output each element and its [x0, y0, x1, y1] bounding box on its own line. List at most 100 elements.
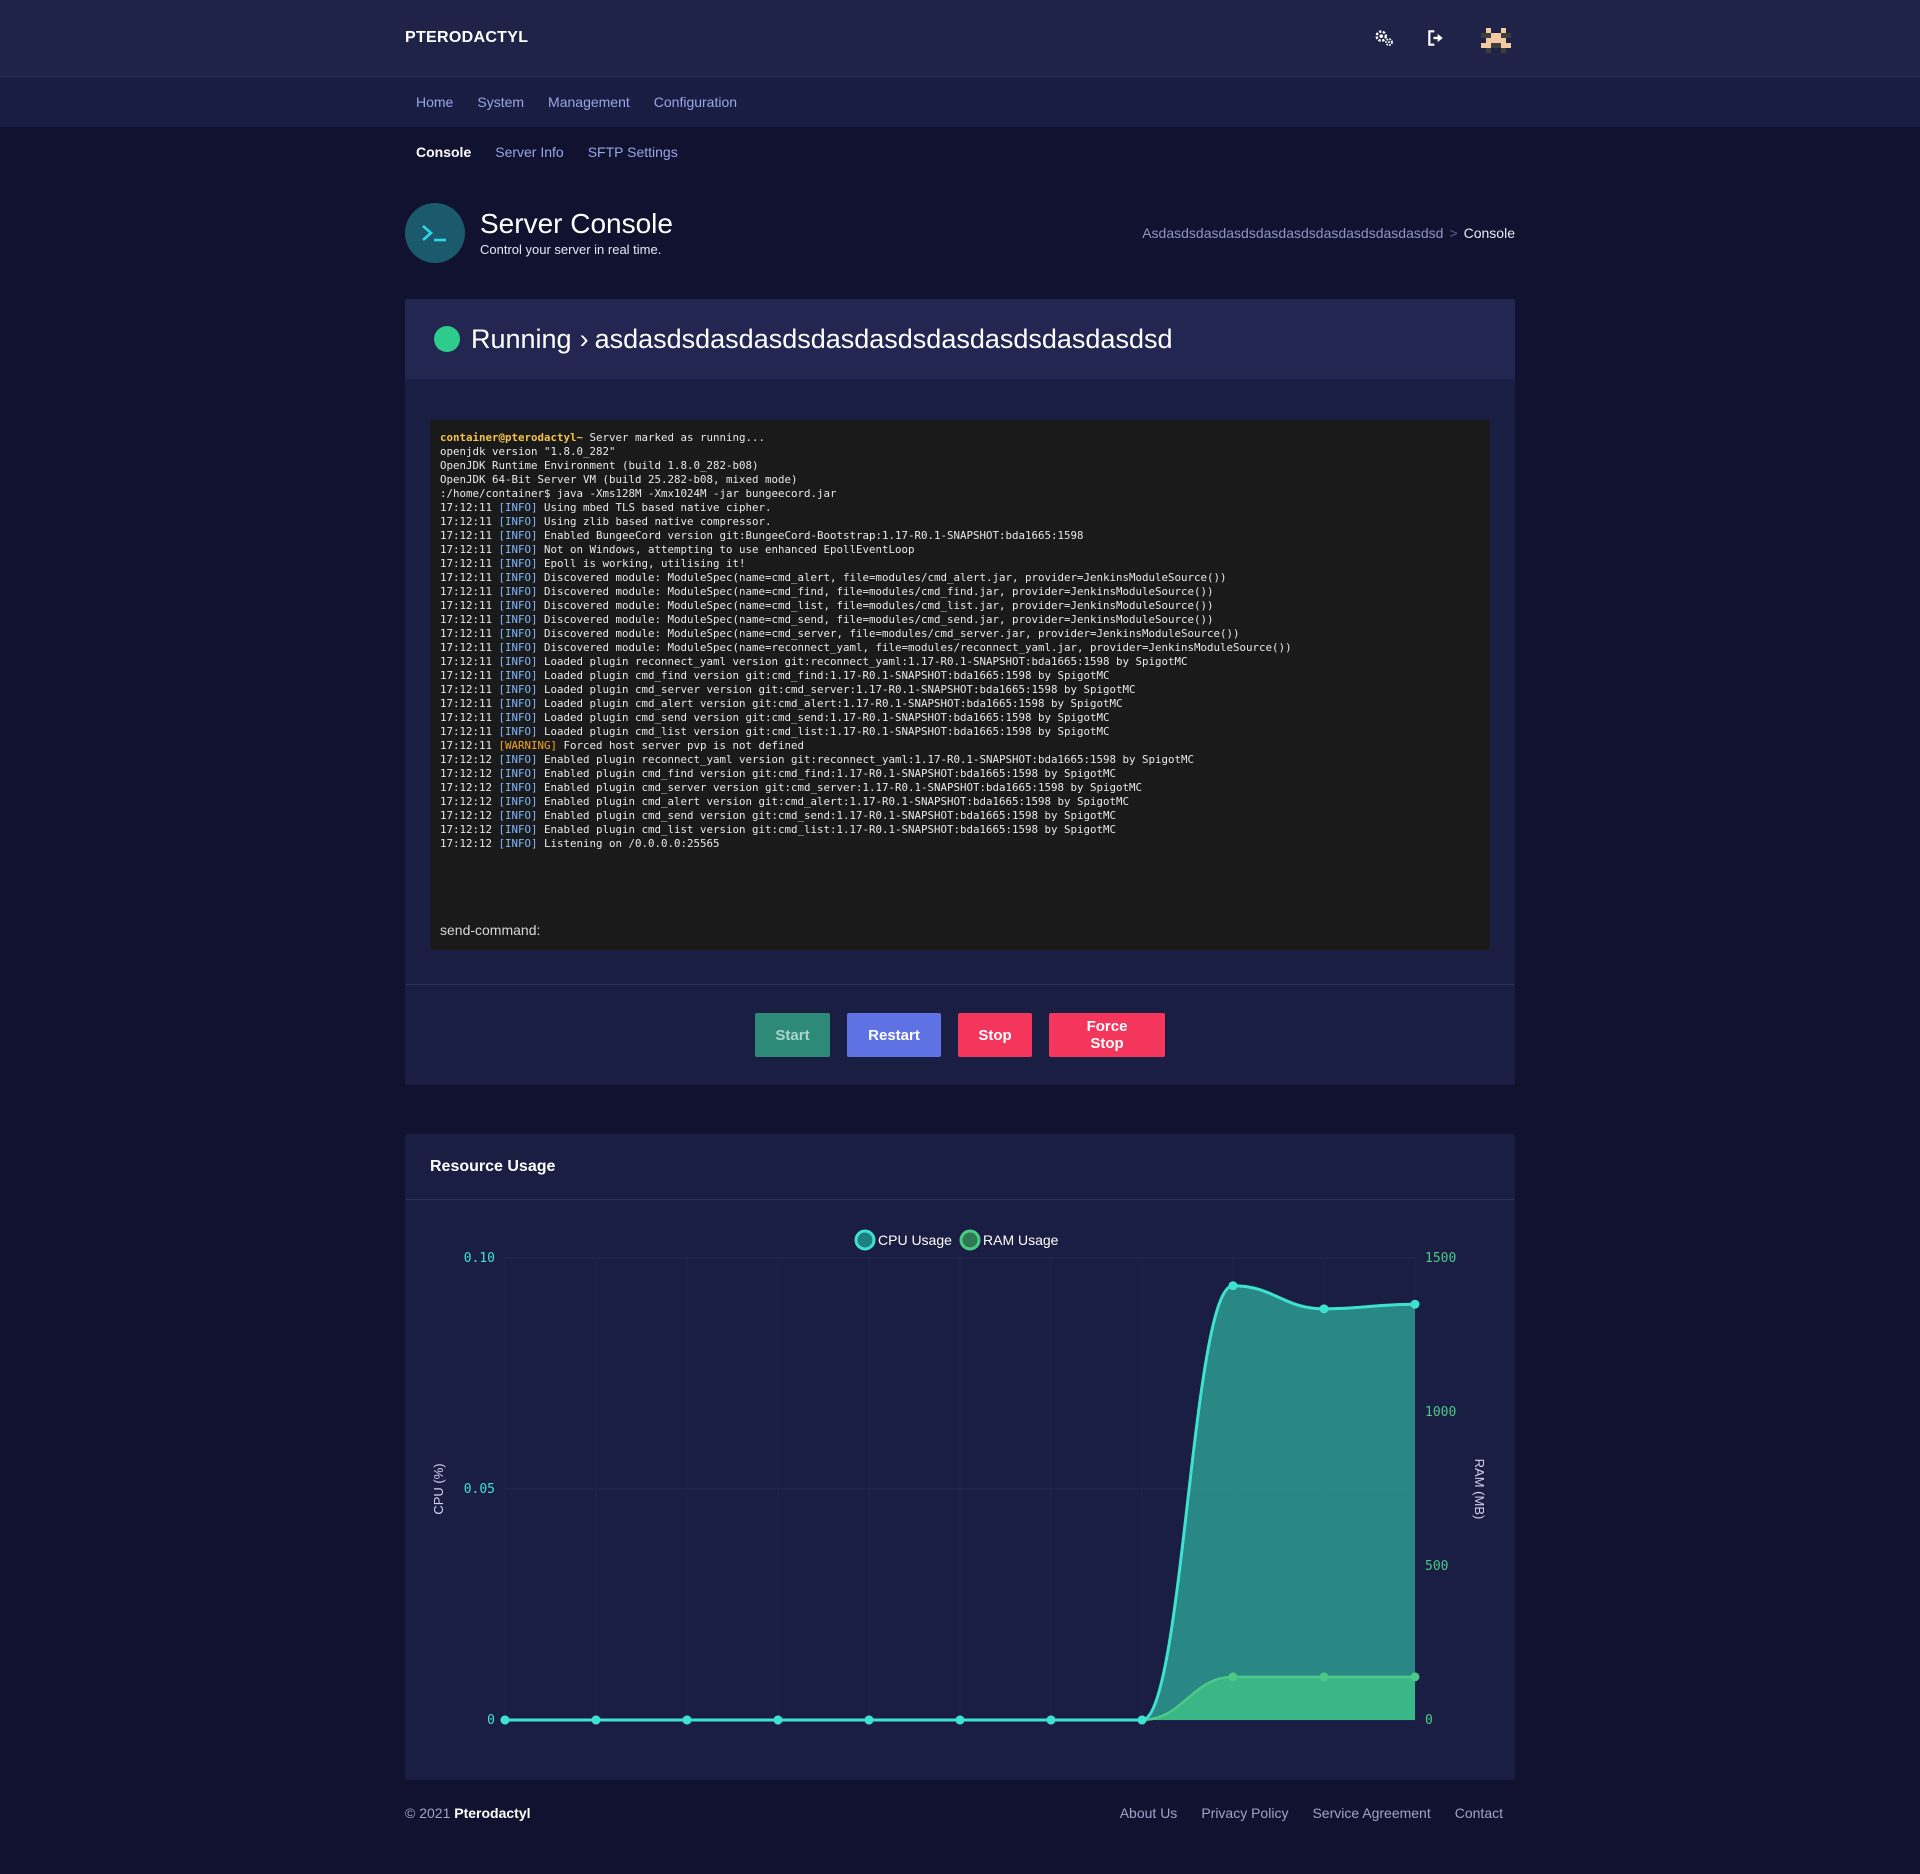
brand-logo[interactable]: PTERODACTYL — [405, 29, 528, 47]
console-timestamp: 17:12:12 — [440, 753, 499, 766]
ram-point — [1228, 1672, 1238, 1682]
footer: © 2021 Pterodactyl About Us Privacy Poli… — [0, 1805, 1920, 1845]
console-text: Loaded plugin cmd_list version git:cmd_l… — [537, 725, 1110, 738]
console-line: 17:12:11 [INFO] Loaded plugin cmd_alert … — [440, 697, 1480, 711]
avatar[interactable] — [1481, 23, 1511, 53]
legend-cpu-swatch — [854, 1229, 876, 1251]
footer-agreement-link[interactable]: Service Agreement — [1312, 1805, 1430, 1821]
settings-icon[interactable] — [1373, 27, 1395, 49]
console-line: 17:12:11 [INFO] Discovered module: Modul… — [440, 599, 1480, 613]
console-line: 17:12:12 [INFO] Enabled plugin cmd_find … — [440, 767, 1480, 781]
console-level: [INFO] — [498, 585, 538, 598]
console-line: openjdk version "1.8.0_282" — [440, 445, 1480, 459]
console-text: Discovered module: ModuleSpec(name=cmd_f… — [537, 585, 1214, 598]
nav-management[interactable]: Management — [548, 94, 630, 110]
footer-privacy-link[interactable]: Privacy Policy — [1201, 1805, 1288, 1821]
tab-console[interactable]: Console — [416, 144, 471, 160]
console-line: 17:12:11 [INFO] Not on Windows, attempti… — [440, 543, 1480, 557]
footer-contact-link[interactable]: Contact — [1455, 1805, 1503, 1821]
console-level: [INFO] — [498, 641, 538, 654]
start-button[interactable]: Start — [755, 1013, 830, 1057]
stop-button[interactable]: Stop — [958, 1013, 1032, 1057]
console-level: [INFO] — [498, 711, 538, 724]
console-text: Enabled plugin cmd_find version git:cmd_… — [537, 767, 1117, 780]
console-level: [INFO] — [498, 725, 538, 738]
force-stop-button[interactable]: Force Stop — [1049, 1013, 1165, 1057]
console-level: [INFO] — [498, 767, 538, 780]
console-level: [INFO] — [498, 753, 538, 766]
y-left-tick-label: 0.05 — [464, 1482, 495, 1497]
breadcrumb-server[interactable]: Asdasdsdasdasdsdasdasdsdasdasdsdasdasdsd — [1142, 225, 1443, 241]
console-line: 17:12:12 [INFO] Enabled plugin cmd_alert… — [440, 795, 1480, 809]
console-level: [INFO] — [498, 837, 538, 850]
restart-button[interactable]: Restart — [847, 1013, 941, 1057]
breadcrumb: Asdasdsdasdasdsdasdasdsdasdasdsdasdasdsd… — [1142, 225, 1515, 241]
cpu-point — [1319, 1304, 1329, 1314]
console-level: [INFO] — [498, 627, 538, 640]
server-name: asdasdsdasdasdsdasdasdsdasdasdsdasdasdsd — [594, 323, 1173, 354]
console-text: Forced host server pvp is not defined — [557, 739, 805, 752]
resource-chart-svg: 0.10 0.05 0 1500 1000 500 0 CPU (%) RAM (MB) CPU … — [431, 1229, 1487, 1728]
console-level: [INFO] — [498, 669, 538, 682]
console-timestamp: 17:12:11 — [440, 501, 499, 514]
console-line: 17:12:12 [INFO] Enabled plugin cmd_serve… — [440, 781, 1480, 795]
console-level: [INFO] — [498, 599, 538, 612]
console-text: Listening on /0.0.0.0:25565 — [537, 837, 720, 850]
console-line: 17:12:11 [INFO] Discovered module: Modul… — [440, 613, 1480, 627]
y-left-tick-label: 0 — [487, 1713, 495, 1728]
nav-configuration[interactable]: Configuration — [654, 94, 737, 110]
cpu-point — [1137, 1715, 1147, 1725]
console-timestamp: 17:12:11 — [440, 711, 499, 724]
console-line: OpenJDK 64-Bit Server VM (build 25.282-b… — [440, 473, 1480, 487]
nav-home[interactable]: Home — [416, 94, 453, 110]
cpu-point — [955, 1715, 965, 1725]
y-right-axis-label: RAM (MB) — [1472, 1459, 1487, 1520]
legend-cpu-label: CPU Usage — [878, 1232, 952, 1248]
y-right-tick-label: 1000 — [1425, 1405, 1456, 1420]
console-line: 17:12:12 [INFO] Enabled plugin reconnect… — [440, 753, 1480, 767]
console-level: [INFO] — [498, 557, 538, 570]
console-timestamp: 17:12:11 — [440, 655, 499, 668]
console-timestamp: 17:12:11 — [440, 739, 499, 752]
console-output[interactable]: container@pterodactyl~ Server marked as … — [430, 420, 1490, 950]
console-text: :/home/container$ java -Xms128M -Xmx1024… — [440, 487, 837, 500]
send-command-input[interactable]: send-command: — [440, 922, 540, 938]
console-timestamp: 17:12:12 — [440, 823, 499, 836]
power-controls: Start Restart Stop Force Stop — [405, 985, 1515, 1085]
server-status-header: Running › asdasdsdasdasdsdasdasdsdasdasdsd… — [405, 299, 1515, 379]
server-status: Running — [471, 323, 572, 354]
console-line: 17:12:12 [INFO] Enabled plugin cmd_send … — [440, 809, 1480, 823]
ram-point — [1410, 1672, 1420, 1682]
console-log: container@pterodactyl~ Server marked as … — [440, 420, 1480, 851]
console-line: 17:12:11 [INFO] Epoll is working, utilis… — [440, 557, 1480, 571]
console-text: Not on Windows, attempting to use enhanc… — [537, 543, 915, 556]
footer-about-link[interactable]: About Us — [1120, 1805, 1178, 1821]
console-line: 17:12:11 [INFO] Using zlib based native … — [440, 515, 1480, 529]
console-text: Discovered module: ModuleSpec(name=cmd_l… — [537, 599, 1214, 612]
console-level: [INFO] — [498, 781, 538, 794]
legend-ram-label: RAM Usage — [983, 1232, 1059, 1248]
console-line: 17:12:12 [INFO] Listening on /0.0.0.0:25… — [440, 837, 1480, 851]
breadcrumb-current: Console — [1463, 225, 1515, 241]
console-line: 17:12:11 [INFO] Loaded plugin cmd_find v… — [440, 669, 1480, 683]
terminal-icon — [405, 203, 465, 263]
copyright-name: Pterodactyl — [454, 1805, 531, 1821]
console-timestamp: 17:12:11 — [440, 585, 499, 598]
console-line: container@pterodactyl~ Server marked as … — [440, 431, 1480, 445]
console-timestamp: 17:12:11 — [440, 571, 499, 584]
cpu-point — [500, 1715, 510, 1725]
console-line: 17:12:11 [INFO] Discovered module: Modul… — [440, 627, 1480, 641]
console-text: Loaded plugin cmd_alert version git:cmd_… — [537, 697, 1123, 710]
console-text: Discovered module: ModuleSpec(name=cmd_s… — [537, 627, 1240, 640]
nav-system[interactable]: System — [477, 94, 524, 110]
console-level: [INFO] — [498, 655, 538, 668]
tab-sftp-settings[interactable]: SFTP Settings — [588, 144, 678, 160]
tab-server-info[interactable]: Server Info — [495, 144, 563, 160]
console-line: 17:12:12 [INFO] Enabled plugin cmd_list … — [440, 823, 1480, 837]
console-level: [INFO] — [498, 529, 538, 542]
console-timestamp: 17:12:11 — [440, 641, 499, 654]
cpu-point — [1228, 1281, 1238, 1291]
console-level: [INFO] — [498, 697, 538, 710]
logout-icon[interactable] — [1425, 27, 1447, 49]
console-line: 17:12:11 [INFO] Loaded plugin cmd_server… — [440, 683, 1480, 697]
